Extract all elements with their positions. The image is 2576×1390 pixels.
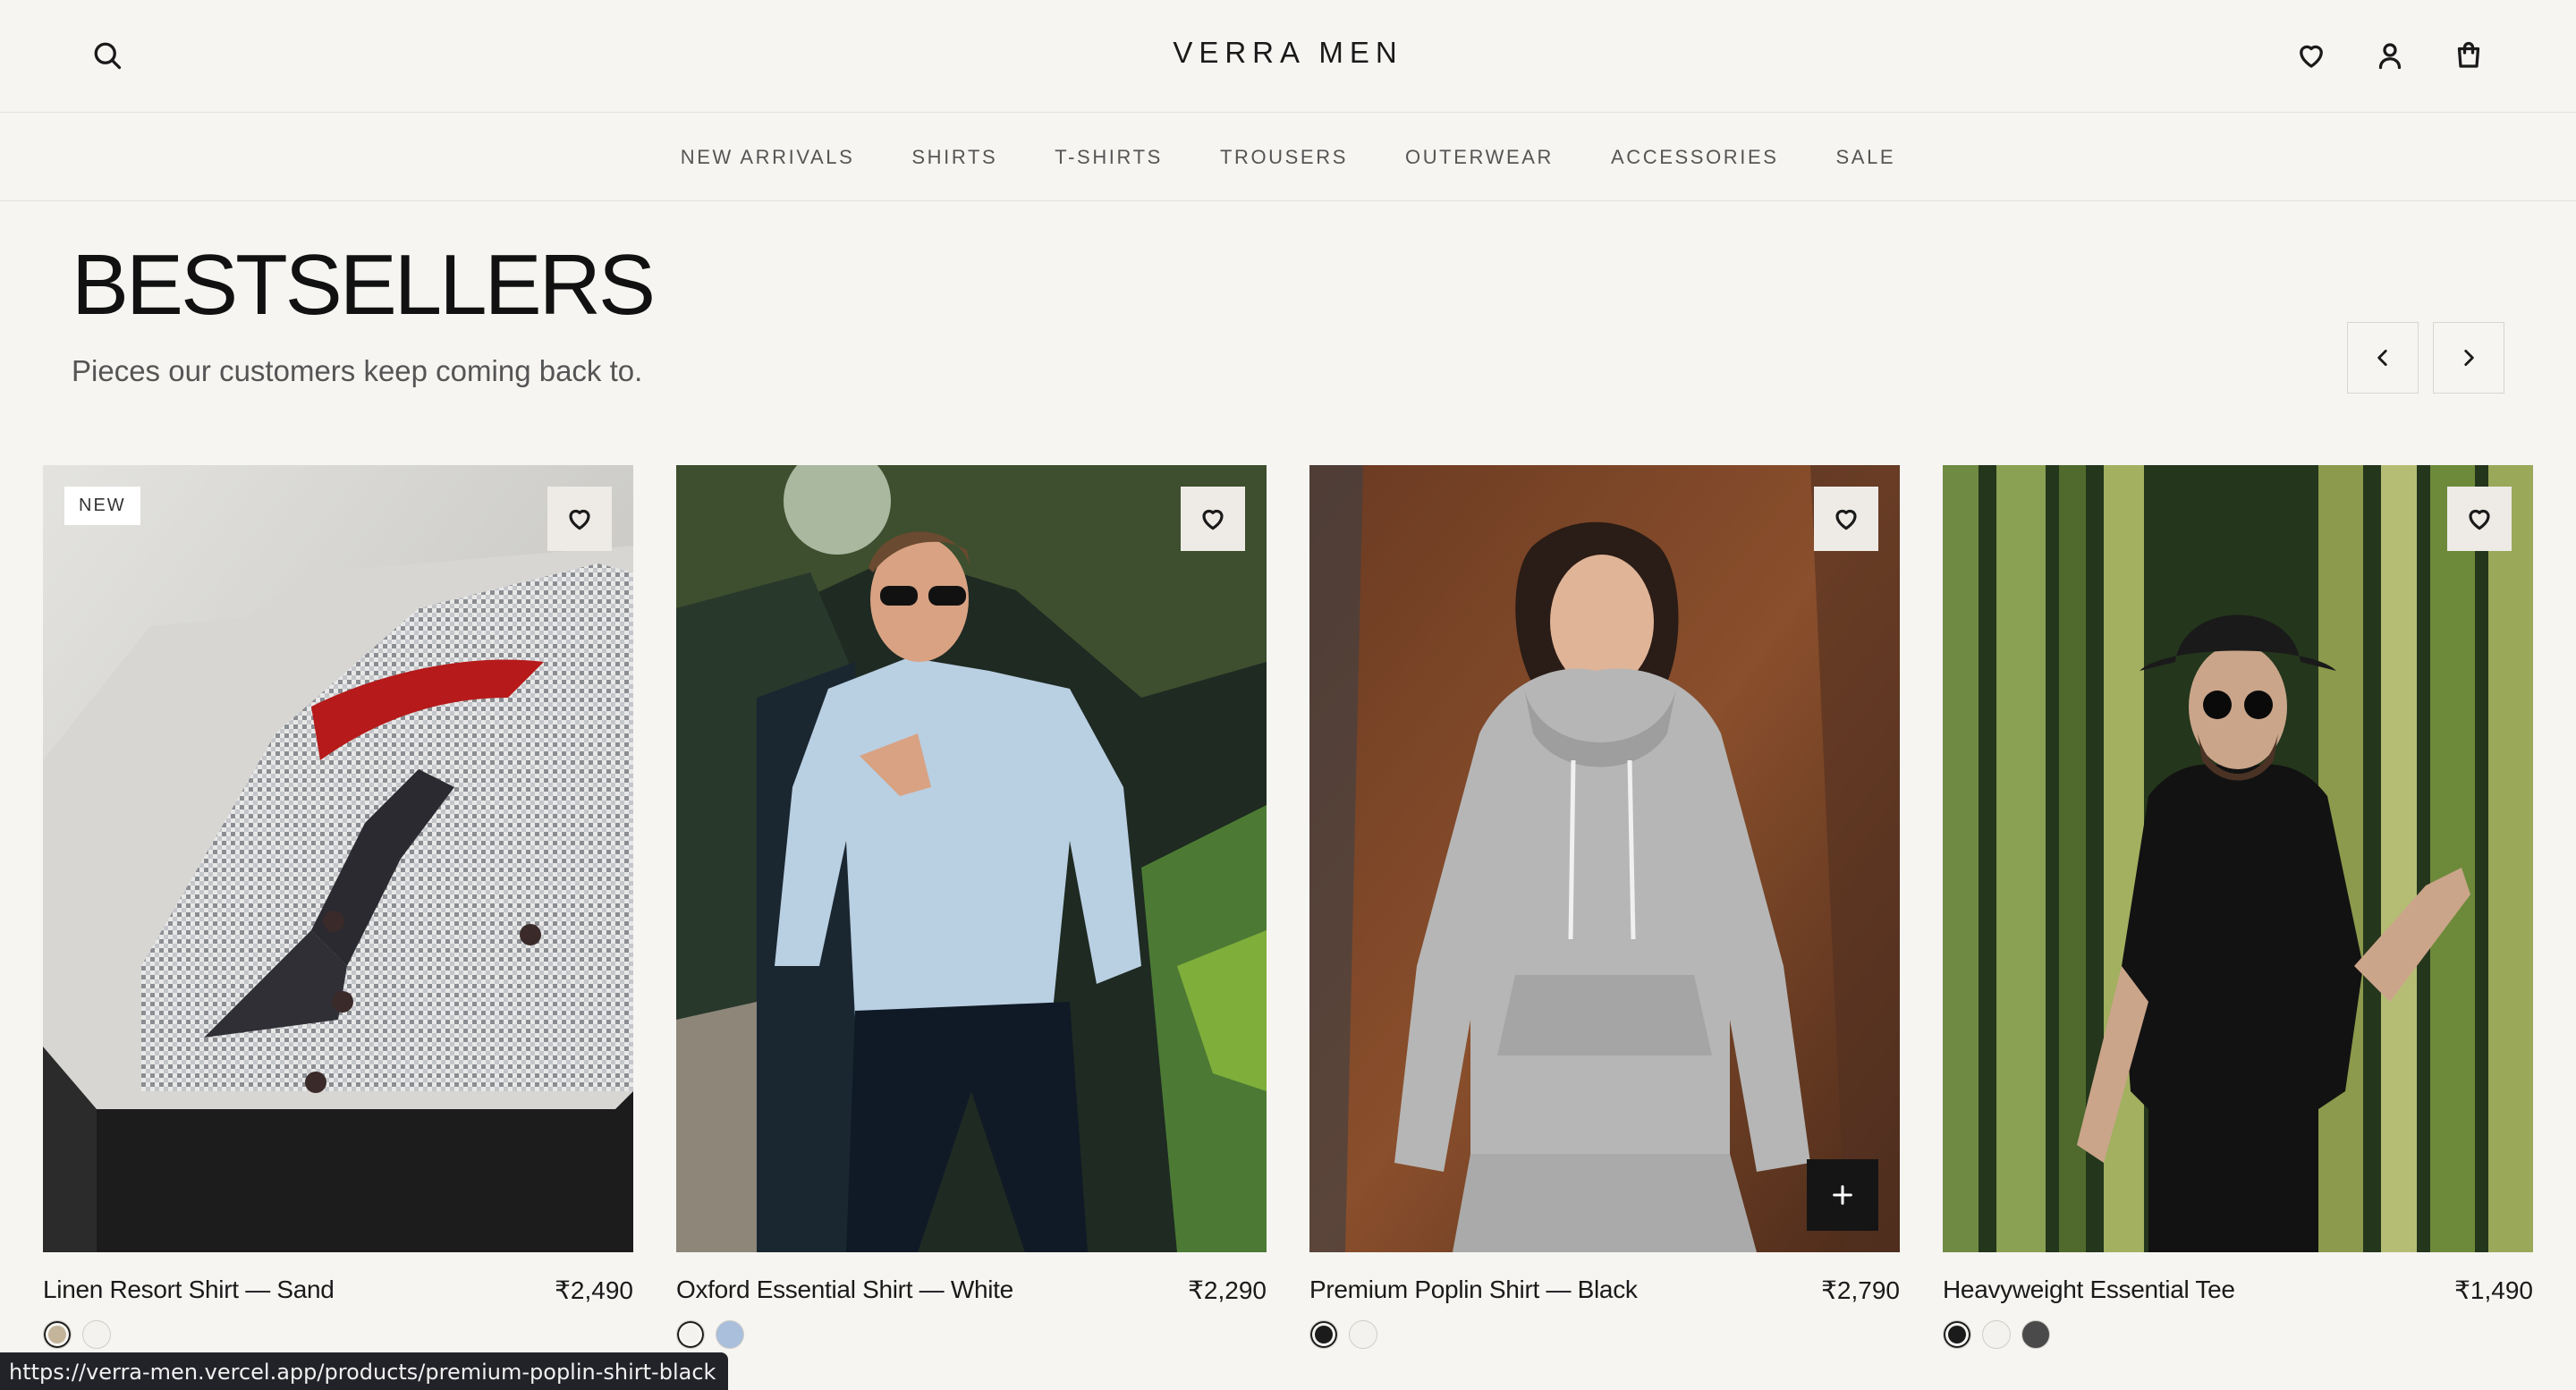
color-swatch[interactable] [1982, 1320, 2011, 1349]
nav-new-arrivals[interactable]: NEW ARRIVALS [681, 146, 855, 169]
product-name[interactable]: Premium Poplin Shirt — Black [1309, 1276, 1638, 1304]
user-icon [2378, 43, 2402, 70]
heart-icon [2469, 509, 2490, 530]
shopping-bag-icon [2457, 41, 2480, 68]
product-price: ₹1,490 [2454, 1276, 2533, 1304]
color-swatch[interactable] [716, 1320, 744, 1349]
product-image[interactable] [1943, 465, 2533, 1252]
heart-icon [2300, 45, 2323, 68]
hoodie-model-photo [1309, 465, 1900, 1252]
cart-button[interactable] [2444, 30, 2494, 81]
product-card[interactable]: Heavyweight Essential Tee ₹1,490 [1943, 465, 2533, 1390]
color-swatch[interactable] [43, 1320, 72, 1349]
link-preview-statusbar: https://verra-men.vercel.app/products/pr… [0, 1352, 729, 1390]
new-badge: NEW [64, 487, 140, 525]
color-swatch[interactable] [82, 1320, 111, 1349]
chevron-left-icon [2377, 350, 2387, 366]
color-swatches [676, 1320, 744, 1349]
chevron-right-icon [2464, 350, 2474, 366]
color-swatch[interactable] [676, 1320, 705, 1349]
account-button[interactable] [2365, 30, 2415, 81]
product-name[interactable]: Linen Resort Shirt — Sand [43, 1276, 335, 1304]
nav-sale[interactable]: SALE [1836, 146, 1896, 169]
heart-icon [1202, 509, 1224, 530]
oxford-shirt-model-photo [676, 465, 1267, 1252]
nav-outerwear[interactable]: OUTERWEAR [1405, 146, 1554, 169]
product-price: ₹2,490 [555, 1276, 633, 1304]
carousel-next-button[interactable] [2433, 322, 2504, 394]
product-name[interactable]: Heavyweight Essential Tee [1943, 1276, 2235, 1304]
product-image[interactable]: NEW [43, 465, 633, 1252]
nav-accessories[interactable]: ACCESSORIES [1611, 146, 1779, 169]
shirt-collar-photo [43, 465, 633, 1252]
product-price: ₹2,790 [1821, 1276, 1900, 1304]
product-card[interactable]: Oxford Essential Shirt — White ₹2,290 [676, 465, 1267, 1390]
heart-icon [569, 509, 590, 530]
add-to-wishlist-button[interactable] [2447, 487, 2512, 551]
product-name[interactable]: Oxford Essential Shirt — White [676, 1276, 1013, 1304]
main-nav: NEW ARRIVALS SHIRTS T-SHIRTS TROUSERS OU… [0, 114, 2576, 201]
section-title: BESTSELLERS [72, 237, 656, 333]
product-image[interactable] [676, 465, 1267, 1252]
color-swatches [1943, 1320, 2050, 1349]
section-subtitle: Pieces our customers keep coming back to… [72, 354, 643, 387]
add-to-wishlist-button[interactable] [1814, 487, 1878, 551]
wishlist-button[interactable] [2286, 30, 2336, 81]
carousel-prev-button[interactable] [2347, 322, 2419, 394]
tee-model-bamboo-photo [1943, 465, 2533, 1252]
color-swatch[interactable] [2021, 1320, 2050, 1349]
site-logo[interactable]: VERRA MEN [0, 36, 2576, 70]
product-card[interactable]: NEW Linen Resort Shirt — Sand ₹2,490 [43, 465, 633, 1390]
add-to-wishlist-button[interactable] [547, 487, 612, 551]
site-header: VERRA MEN [0, 0, 2576, 113]
color-swatches [43, 1320, 111, 1349]
product-card[interactable]: Premium Poplin Shirt — Black ₹2,790 [1309, 465, 1900, 1390]
heart-icon [1835, 509, 1857, 530]
product-price: ₹2,290 [1188, 1276, 1267, 1304]
color-swatch[interactable] [1943, 1320, 1971, 1349]
add-to-wishlist-button[interactable] [1181, 487, 1245, 551]
nav-t-shirts[interactable]: T-SHIRTS [1055, 146, 1163, 169]
plus-icon [1833, 1185, 1852, 1205]
color-swatch[interactable] [1349, 1320, 1377, 1349]
product-image[interactable] [1309, 465, 1900, 1252]
nav-trousers[interactable]: TROUSERS [1220, 146, 1348, 169]
quick-add-button[interactable] [1807, 1159, 1878, 1231]
color-swatches [1309, 1320, 1377, 1349]
nav-shirts[interactable]: SHIRTS [911, 146, 997, 169]
color-swatch[interactable] [1309, 1320, 1338, 1349]
